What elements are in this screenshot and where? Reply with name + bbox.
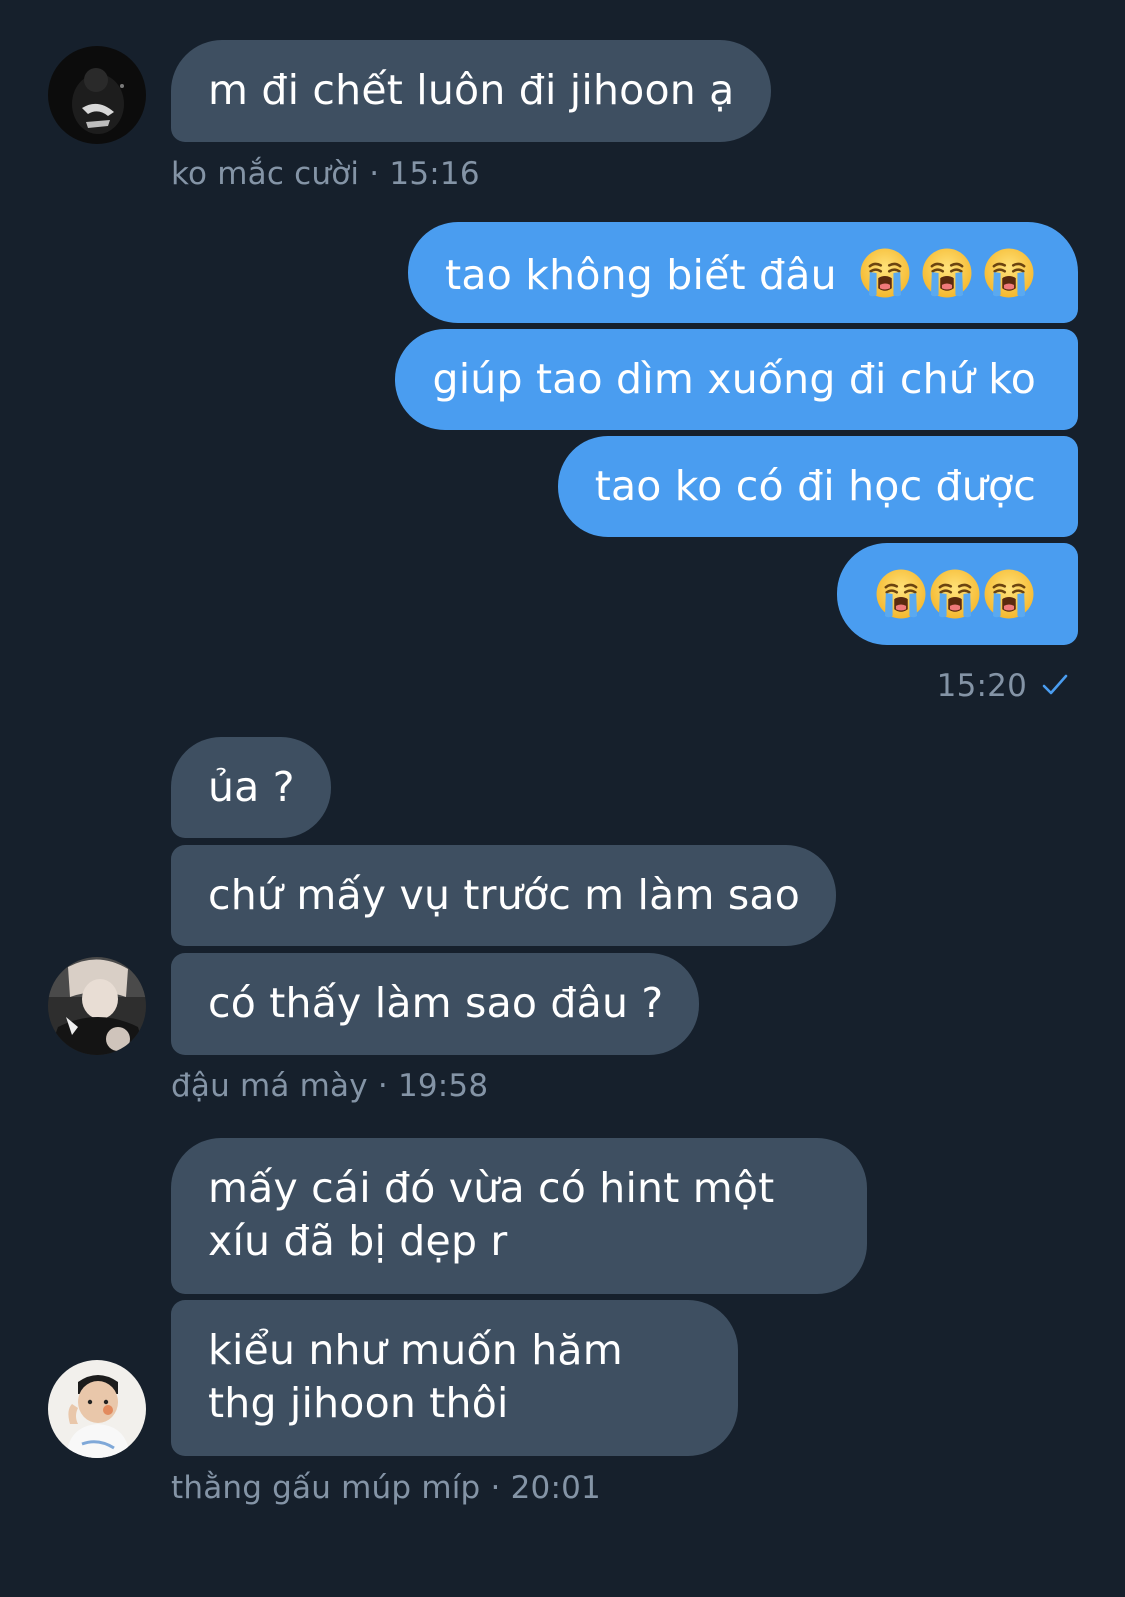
loudly-crying-face-icon — [850, 251, 912, 299]
avatar-ko-mac-cuoi[interactable] — [48, 46, 146, 144]
meta-separator: · — [480, 1470, 511, 1506]
message-meta: đậu má mày · 19:58 — [171, 1068, 488, 1104]
message-meta: thằng gấu múp míp · 20:01 — [171, 1470, 601, 1506]
message-time: 15:16 — [389, 156, 480, 192]
message-text: ủa ? — [208, 763, 295, 811]
message-bubble-incoming[interactable]: mấy cái đó vừa có hint một xíu đã bị dẹp… — [171, 1138, 867, 1294]
message-text: tao ko có đi học được — [594, 462, 1036, 510]
message-bubble-incoming[interactable]: kiểu như muốn hăm thg jihoon thôi — [171, 1300, 738, 1456]
message-text: mấy cái đó vừa có hint một xíu đã bị dẹp… — [208, 1164, 775, 1265]
message-meta: ko mắc cười · 15:16 — [171, 156, 480, 192]
message-bubble-incoming[interactable]: m đi chết luôn đi jihoon ạ — [171, 40, 771, 142]
message-bubble-outgoing[interactable]: tao không biết đâu — [408, 222, 1078, 323]
loudly-crying-face-icon — [874, 572, 928, 620]
message-text: giúp tao dìm xuống đi chứ ko — [432, 355, 1036, 403]
message-bubble-outgoing[interactable]: giúp tao dìm xuống đi chứ ko — [395, 329, 1078, 430]
meta-separator: · — [377, 1068, 398, 1104]
message-bubble-incoming[interactable]: có thấy làm sao đâu ? — [171, 953, 700, 1055]
message-time: 15:20 — [936, 668, 1027, 704]
message-bubble-outgoing[interactable]: tao ko có đi học được — [557, 436, 1078, 537]
sender-name: thằng gấu múp míp — [171, 1470, 481, 1506]
message-text: kiểu như muốn hăm thg jihoon thôi — [208, 1326, 623, 1427]
message-time: 20:01 — [510, 1470, 601, 1506]
loudly-crying-face-icon — [982, 572, 1036, 620]
message-bubble-incoming[interactable]: chứ mấy vụ trước m làm sao — [171, 845, 836, 946]
avatar-image — [48, 957, 146, 1055]
sent-check-icon — [1042, 674, 1068, 695]
message-text: chứ mấy vụ trước m làm sao — [208, 871, 800, 919]
message-text: tao không biết đâu — [445, 251, 837, 299]
message-bubble-incoming[interactable]: ủa ? — [171, 737, 331, 838]
message-bubble-outgoing[interactable] — [837, 543, 1078, 645]
chat-thread: m đi chết luôn đi jihoon ạ ko mắc cười ·… — [0, 0, 1125, 1597]
sender-name: đậu má mày — [171, 1068, 378, 1104]
loudly-crying-face-icon — [928, 572, 982, 620]
message-text: m đi chết luôn đi jihoon ạ — [208, 66, 735, 114]
message-meta: 15:20 — [937, 668, 1069, 704]
message-time: 19:58 — [397, 1068, 489, 1104]
avatar-dau-ma-may[interactable] — [48, 957, 146, 1055]
loudly-crying-face-icon — [912, 251, 974, 299]
avatar-image — [48, 1360, 146, 1458]
meta-separator: · — [359, 156, 390, 192]
avatar-thang-gau-mup-mip[interactable] — [48, 1360, 146, 1458]
loudly-crying-face-icon — [974, 251, 1036, 299]
avatar-image — [48, 46, 146, 144]
sender-name: ko mắc cười — [171, 156, 360, 192]
message-text: có thấy làm sao đâu ? — [208, 979, 664, 1027]
